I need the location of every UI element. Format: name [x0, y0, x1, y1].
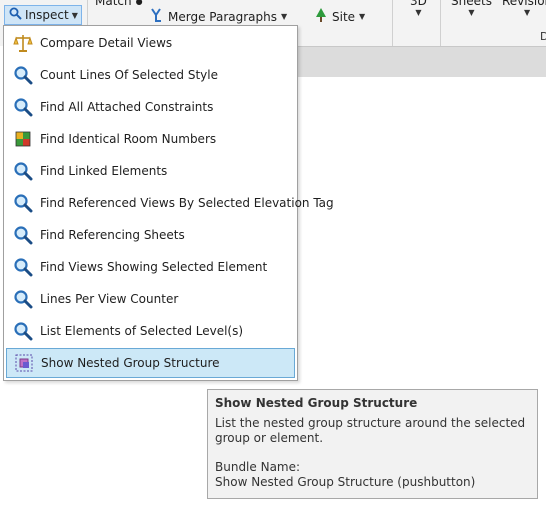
menu-item-label: Lines Per View Counter — [40, 292, 179, 306]
magnifier-icon — [12, 224, 34, 246]
ribbon-separator — [392, 0, 393, 46]
menu-item-referencing-sheets[interactable]: Find Referencing Sheets — [6, 220, 295, 250]
magnifier-icon — [12, 192, 34, 214]
magnifier-icon — [12, 96, 34, 118]
magnifier-icon — [12, 160, 34, 182]
chevron-down-icon: ▼ — [524, 8, 531, 17]
inspect-menu: Compare Detail Views Count Lines Of Sele… — [3, 25, 334, 381]
ribbon-separator — [440, 0, 441, 46]
tree-icon — [314, 7, 328, 26]
chevron-down-icon: ▼ — [468, 8, 475, 17]
revisions-button[interactable]: Revision ▼ — [502, 0, 546, 17]
tooltip-bundle-label: Bundle Name: — [215, 460, 301, 474]
chevron-down-icon: ▼ — [281, 12, 288, 21]
menu-item-compare-detail-views[interactable]: Compare Detail Views — [6, 28, 295, 58]
match-button[interactable]: Match ● — [95, 0, 143, 8]
menu-item-label: Find All Attached Constraints — [40, 100, 214, 114]
panel-label: D — [540, 30, 546, 43]
site-label: Site — [332, 9, 356, 24]
menu-item-find-linked-elements[interactable]: Find Linked Elements — [6, 156, 295, 186]
tooltip-description: List the nested group structure around t… — [215, 416, 526, 445]
magnifier-icon — [12, 256, 34, 278]
sheets-label: Sheets — [451, 0, 492, 8]
menu-item-label: Count Lines Of Selected Style — [40, 68, 218, 82]
match-label: Match — [95, 0, 132, 8]
merge-paragraphs-button[interactable]: Merge Paragraphs ▼ — [148, 7, 287, 26]
scales-icon — [12, 32, 34, 54]
menu-item-list-elements-of-level[interactable]: List Elements of Selected Level(s) — [6, 316, 295, 346]
menu-item-label: Compare Detail Views — [40, 36, 173, 50]
nested-group-icon — [13, 352, 35, 374]
menu-item-label: Show Nested Group Structure — [41, 356, 220, 370]
menu-item-count-lines[interactable]: Count Lines Of Selected Style — [6, 60, 295, 90]
menu-item-show-nested-group-structure[interactable]: Show Nested Group Structure — [6, 348, 295, 378]
menu-item-lines-per-view[interactable]: Lines Per View Counter — [6, 284, 295, 314]
sheets-button[interactable]: Sheets ▼ — [451, 0, 492, 17]
chevron-down-icon: ▼ — [71, 10, 78, 20]
menu-item-referenced-views[interactable]: Find Referenced Views By Selected Elevat… — [6, 188, 334, 218]
revisions-label: Revision — [502, 0, 546, 8]
room-cube-icon — [12, 128, 34, 150]
menu-item-find-constraints[interactable]: Find All Attached Constraints — [6, 92, 295, 122]
menu-item-label: Find Linked Elements — [40, 164, 168, 178]
tooltip: Show Nested Group Structure List the nes… — [207, 389, 538, 499]
tab-strip — [298, 46, 546, 77]
site-button[interactable]: Site ▼ — [314, 7, 365, 26]
search-icon — [9, 7, 22, 23]
chevron-down-icon: ▼ — [359, 12, 366, 21]
menu-item-views-showing-element[interactable]: Find Views Showing Selected Element — [6, 252, 295, 282]
view-3d-label: 3D — [410, 0, 427, 8]
view-3d-button[interactable]: 3D ▼ — [410, 0, 427, 17]
inspect-label: Inspect — [25, 8, 69, 22]
menu-item-label: Find Referenced Views By Selected Elevat… — [40, 196, 334, 210]
menu-item-label: List Elements of Selected Level(s) — [40, 324, 244, 338]
merge-icon — [148, 7, 164, 26]
magnifier-icon — [12, 320, 34, 342]
menu-item-label: Find Identical Room Numbers — [40, 132, 217, 146]
inspect-button[interactable]: Inspect ▼ — [4, 5, 82, 25]
magnifier-icon — [12, 288, 34, 310]
menu-item-label: Find Views Showing Selected Element — [40, 260, 268, 274]
tooltip-title: Show Nested Group Structure — [215, 396, 418, 410]
magnifier-icon — [12, 64, 34, 86]
tooltip-bundle-value: Show Nested Group Structure (pushbutton) — [215, 475, 476, 489]
chevron-down-icon: ▼ — [415, 8, 422, 17]
dot-icon: ● — [135, 0, 143, 6]
menu-item-label: Find Referencing Sheets — [40, 228, 185, 242]
merge-label: Merge Paragraphs — [168, 9, 277, 24]
menu-item-identical-room-numbers[interactable]: Find Identical Room Numbers — [6, 124, 295, 154]
